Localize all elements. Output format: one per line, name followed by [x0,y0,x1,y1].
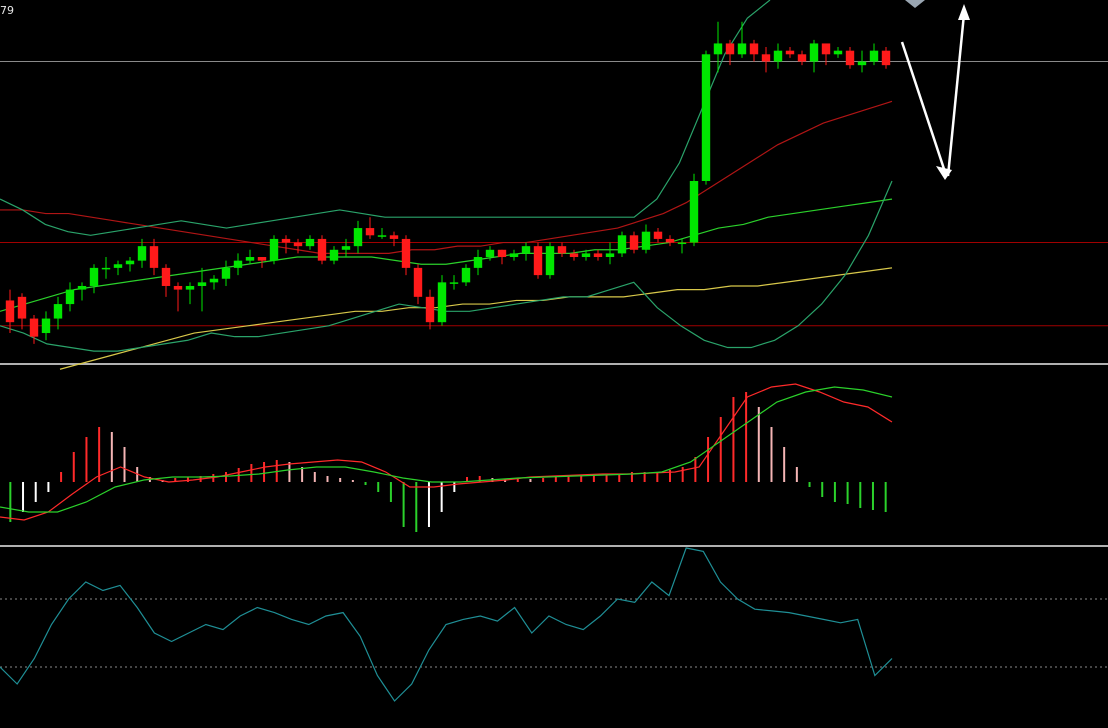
candle-body [617,235,627,254]
candle-body [209,278,219,283]
candle-body [833,50,843,55]
candle-body [353,228,363,247]
candle-body [701,54,711,181]
candle-body [329,249,339,261]
candle-body [425,296,435,323]
candle-body [101,267,111,270]
price-chart-area[interactable] [0,0,1108,728]
candle-body [809,43,819,62]
candle-body [845,50,855,66]
candle-body [413,267,423,297]
candle-body [533,246,543,276]
candle-body [401,238,411,268]
candle-body [161,267,171,286]
candle-body [869,50,879,62]
candle-body [377,235,387,237]
candle-body [821,43,831,55]
candle-body [605,253,615,258]
candle-body [473,257,483,268]
candle-body [137,246,147,261]
candle-body [557,246,567,254]
candle-body [257,257,267,261]
candle-body [785,50,795,55]
candle-body [881,50,891,66]
boll-upper-line [0,0,771,236]
candle-body [797,54,807,62]
candle-body [281,238,291,243]
candle-body [449,282,459,284]
candle-body [185,285,195,290]
marker-icon [905,0,925,8]
candle-body [29,318,39,337]
up-arrow-head [958,4,970,20]
candle-body [569,253,579,258]
candle-body [545,246,555,276]
candle-body [461,267,471,283]
candle-body [761,54,771,62]
up-arrow-line [946,13,966,177]
candle-body [125,260,135,265]
candle-body [773,50,783,62]
candle-body [293,242,303,247]
candle-body [509,253,519,258]
candle-body [197,282,207,286]
candle-body [245,257,255,261]
candle-body [653,231,663,239]
candle-body [749,43,759,55]
candle-body [233,260,243,268]
candle-body [77,285,87,290]
candle-body [317,238,327,261]
candle-body [221,267,231,279]
candle-body [41,318,51,334]
candle-body [149,246,159,268]
candle-body [497,249,507,258]
candle-body [665,238,675,243]
candle-body [89,267,99,286]
candle-body [857,61,867,66]
candle-body [17,296,27,319]
ma-red-line [0,100,893,254]
candle-body [341,246,351,250]
rsi-line [0,547,893,702]
candle-body [65,289,75,305]
candle-body [689,181,699,243]
candle-body [737,43,747,55]
candle-body [485,249,495,258]
candle-body [269,238,279,261]
ma-yellow-line [59,267,893,370]
candle-body [521,246,531,254]
candle-body [437,282,447,323]
candle-body [713,43,723,55]
candle-body [53,304,63,319]
candle-body [389,235,399,239]
candle-body [305,238,315,247]
candle-body [677,242,687,245]
candle-body [173,285,183,290]
candle-body [5,300,15,323]
candle-body [629,235,639,250]
candle-body [641,231,651,250]
candle-body [593,253,603,258]
candle-body [581,253,591,258]
candle-body [365,228,375,236]
candle-body [113,264,123,268]
candle-body [725,43,735,55]
